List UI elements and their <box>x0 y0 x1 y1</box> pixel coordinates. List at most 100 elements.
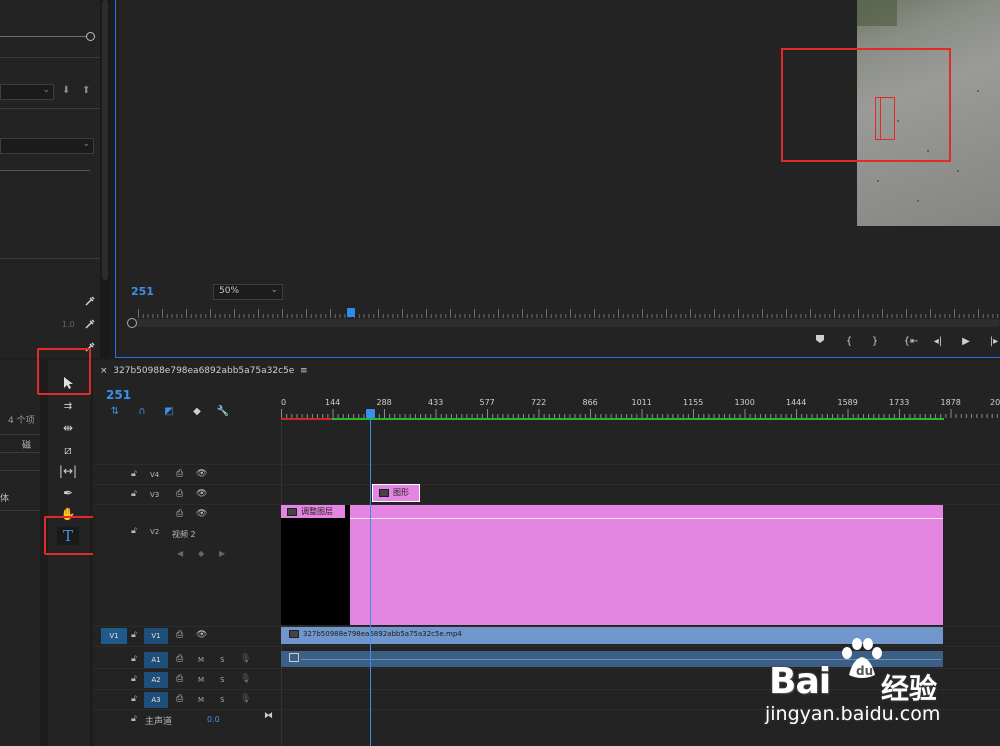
solo-button[interactable]: S <box>220 676 224 684</box>
nest-icon[interactable]: ⇅ <box>108 405 122 419</box>
slider-track[interactable] <box>0 36 92 37</box>
next-keyframe-icon[interactable]: ▶ <box>219 549 225 558</box>
sync-lock-icon[interactable]: ⎙ <box>176 469 183 479</box>
slip-tool[interactable]: |↔| <box>57 462 79 480</box>
sequence-tab[interactable]: × 327b50988e798ea6892abb5a75a32c5e ≡ <box>100 366 308 376</box>
timeline-timecode[interactable]: 251 <box>106 388 131 402</box>
ruler-tick-label: 144 <box>325 398 341 407</box>
lock-icon[interactable]: 🔓︎ <box>131 654 137 664</box>
mute-button[interactable]: M <box>198 696 204 704</box>
monitor-scrub-bar[interactable] <box>130 319 1000 327</box>
divider <box>0 434 40 435</box>
monitor-playhead[interactable] <box>347 308 355 317</box>
eye-icon[interactable]: 👁︎ <box>196 489 207 499</box>
lock-icon[interactable]: 🔓︎ <box>131 489 137 499</box>
left-panel-scrollbar[interactable] <box>100 0 110 358</box>
divider <box>0 470 40 471</box>
wrench-icon[interactable]: 🔧 <box>216 405 230 419</box>
eye-icon[interactable]: 👁︎ <box>196 469 207 479</box>
razor-tool[interactable]: ⧄ <box>57 441 79 459</box>
pen-tool[interactable]: ✒ <box>57 484 79 502</box>
monitor-timecode[interactable]: 251 <box>131 285 154 298</box>
dropdown-select[interactable]: ⌄ <box>0 84 54 100</box>
solo-button[interactable]: S <box>220 696 224 704</box>
scale-label: 1.0 <box>62 320 75 329</box>
go-to-in-button[interactable]: {⇤ <box>903 334 919 350</box>
adjustment-layer-clip-header[interactable]: 调整图层 <box>281 505 350 518</box>
sync-lock-icon[interactable]: ⎙ <box>176 630 183 640</box>
solo-button[interactable]: S <box>220 656 224 664</box>
slider-track[interactable] <box>0 170 90 171</box>
master-track-label: 主声道 <box>145 717 173 727</box>
track-target-a2[interactable]: A2 <box>144 672 168 688</box>
track-target-a1[interactable]: A1 <box>144 652 168 668</box>
mute-button[interactable]: M <box>198 656 204 664</box>
eyedropper-icon[interactable] <box>84 295 96 307</box>
arrow-up-icon[interactable]: ⬆ <box>82 85 90 96</box>
razor-icon: ⧄ <box>64 443 72 457</box>
close-tab-icon[interactable]: × <box>100 366 108 376</box>
sync-lock-icon[interactable]: ⎙ <box>176 489 183 499</box>
tab-menu-icon[interactable]: ≡ <box>300 366 308 376</box>
text-box-outline[interactable] <box>875 97 895 140</box>
lock-icon[interactable]: 🔓︎ <box>131 714 137 724</box>
lock-icon[interactable]: 🔓︎ <box>131 674 137 684</box>
ruler-tick-label: 0 <box>281 398 287 407</box>
microphone-icon[interactable]: 🎙︎ <box>240 694 251 704</box>
mark-in-button[interactable]: { <box>841 334 857 350</box>
microphone-icon[interactable]: 🎙︎ <box>240 674 251 684</box>
graphic-clip[interactable]: 图形 <box>372 484 420 502</box>
track-select-tool[interactable]: ⇉ <box>57 398 79 416</box>
scrub-start-handle[interactable] <box>127 318 137 328</box>
prev-keyframe-icon[interactable]: ◀ <box>177 549 183 558</box>
ruler-tick-label: 1878 <box>940 398 961 407</box>
scroll-thumb[interactable] <box>102 0 108 280</box>
add-keyframe-icon[interactable]: ◆ <box>198 549 204 558</box>
add-marker-button[interactable] <box>812 334 828 350</box>
list-item[interactable]: 体 <box>0 491 9 504</box>
eye-icon[interactable]: 👁︎ <box>196 509 207 519</box>
track-target-v1[interactable]: V1 <box>144 628 168 644</box>
mute-button[interactable]: M <box>198 676 204 684</box>
svg-text:du: du <box>856 664 873 678</box>
marker-icon[interactable]: ◆ <box>190 405 204 419</box>
sync-lock-icon[interactable]: ⎙ <box>176 509 183 519</box>
zoom-level-select[interactable]: 50% ⌄ <box>213 284 283 300</box>
column-header[interactable]: 磁 <box>22 438 31 451</box>
sync-lock-icon[interactable]: ⎙ <box>176 674 183 684</box>
ripple-edit-tool[interactable]: ⇹ <box>57 419 79 437</box>
linked-selection-icon[interactable]: ◩ <box>162 405 176 419</box>
go-to-end-icon[interactable]: ⧓ <box>264 711 273 721</box>
source-patch-v1[interactable]: V1 <box>101 628 127 644</box>
lock-icon[interactable]: 🔓︎ <box>131 526 137 536</box>
eyedropper-icon[interactable] <box>84 318 96 330</box>
eye-icon[interactable]: 👁︎ <box>196 630 207 640</box>
step-forward-button[interactable]: |▸ <box>986 334 1000 350</box>
highlight-box <box>37 348 91 395</box>
lock-icon[interactable]: 🔓︎ <box>131 630 137 640</box>
monitor-time-ruler[interactable] <box>138 305 1000 319</box>
lock-icon[interactable]: 🔓︎ <box>131 694 137 704</box>
track-v2-name[interactable]: 视频 2 <box>172 529 196 540</box>
arrow-down-icon[interactable]: ⬇ <box>62 85 70 96</box>
snap-magnet-icon[interactable]: ∩ <box>135 405 149 419</box>
fx-badge-icon <box>289 653 299 662</box>
mark-out-button[interactable]: } <box>867 334 883 350</box>
fx-badge-icon <box>289 630 299 638</box>
play-icon: ▶ <box>962 336 970 347</box>
timeline-playhead-line[interactable] <box>370 410 371 746</box>
divider <box>0 57 100 58</box>
adjustment-layer-clip[interactable] <box>350 505 943 625</box>
microphone-icon[interactable]: 🎙︎ <box>240 654 251 664</box>
sync-lock-icon[interactable]: ⎙ <box>176 654 183 664</box>
chevron-down-icon: ⌄ <box>42 85 50 95</box>
dropdown-select[interactable]: ⌄ <box>0 138 94 154</box>
slider-handle[interactable] <box>86 32 95 41</box>
black-video-region <box>281 505 350 625</box>
master-volume-value[interactable]: 0.0 <box>207 715 220 724</box>
step-back-button[interactable]: ◂| <box>930 334 946 350</box>
sync-lock-icon[interactable]: ⎙ <box>176 694 183 704</box>
play-button[interactable]: ▶ <box>958 334 974 350</box>
track-target-a3[interactable]: A3 <box>144 692 168 708</box>
lock-icon[interactable]: 🔓︎ <box>131 469 137 479</box>
